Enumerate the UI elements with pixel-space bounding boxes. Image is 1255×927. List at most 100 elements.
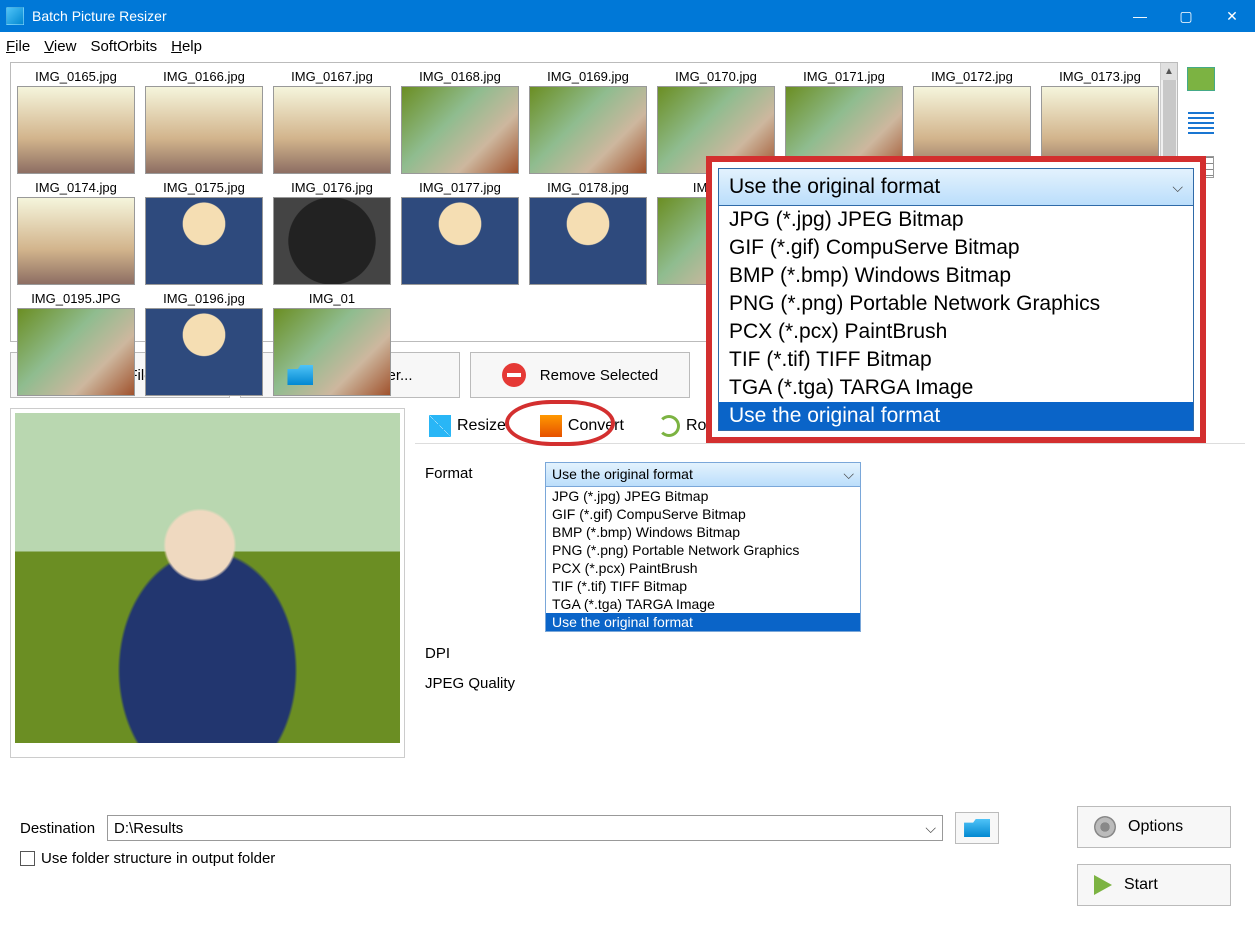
tab-convert[interactable]: Convert — [532, 411, 632, 441]
thumbnail-filename: IMG_0171.jpg — [803, 69, 885, 84]
resize-icon — [429, 415, 451, 437]
format-option[interactable]: TGA (*.tga) TARGA Image — [546, 595, 860, 613]
thumbnail-filename: IMG_0173.jpg — [1059, 69, 1141, 84]
format-option[interactable]: BMP (*.bmp) Windows Bitmap — [719, 262, 1193, 290]
thumbnail-image — [17, 86, 135, 174]
preview-image — [15, 413, 400, 743]
thumbnail-item[interactable]: IMG_0176.jpg — [273, 180, 391, 285]
scroll-up-icon[interactable]: ▲ — [1161, 63, 1177, 80]
view-thumbnails-icon[interactable] — [1188, 68, 1214, 90]
format-option[interactable]: Use the original format — [546, 613, 860, 631]
format-option[interactable]: PNG (*.png) Portable Network Graphics — [719, 290, 1193, 318]
destination-input[interactable]: D:\Results ⌵ — [107, 815, 943, 841]
gear-icon — [1094, 816, 1116, 838]
thumbnail-item[interactable]: IMG_0195.JPG — [17, 291, 135, 396]
thumbnail-filename: IMG_0195.JPG — [31, 291, 121, 306]
options-button[interactable]: Options — [1077, 806, 1231, 848]
format-option[interactable]: JPG (*.jpg) JPEG Bitmap — [719, 206, 1193, 234]
thumbnail-item[interactable]: IMG_0167.jpg — [273, 69, 391, 174]
format-option[interactable]: JPG (*.jpg) JPEG Bitmap — [546, 487, 860, 505]
thumbnail-filename: IMG_0167.jpg — [291, 69, 373, 84]
thumbnail-image — [145, 308, 263, 396]
format-option[interactable]: TIF (*.tif) TIFF Bitmap — [719, 346, 1193, 374]
start-label: Start — [1124, 876, 1158, 894]
convert-icon — [540, 415, 562, 437]
chevron-down-icon: ⌵ — [925, 820, 936, 837]
folder-structure-checkbox-row: Use folder structure in output folder — [20, 850, 275, 867]
format-option[interactable]: PNG (*.png) Portable Network Graphics — [546, 541, 860, 559]
menu-softorbits[interactable]: SoftOrbits — [90, 38, 157, 55]
thumbnail-image — [273, 86, 391, 174]
thumbnail-filename: IMG_0177.jpg — [419, 180, 501, 195]
menu-bar: File View SoftOrbits Help — [0, 32, 1255, 60]
thumbnail-image — [145, 197, 263, 285]
preview-pane — [10, 408, 405, 758]
thumbnail-item[interactable]: IMG_0165.jpg — [17, 69, 135, 174]
start-button[interactable]: Start — [1077, 864, 1231, 906]
format-option[interactable]: PCX (*.pcx) PaintBrush — [719, 318, 1193, 346]
maximize-button[interactable]: ▢ — [1163, 0, 1209, 32]
thumbnail-filename: IMG_0166.jpg — [163, 69, 245, 84]
thumbnail-item[interactable]: IMG_0178.jpg — [529, 180, 647, 285]
thumbnail-item[interactable]: IMG_0169.jpg — [529, 69, 647, 174]
remove-icon — [502, 363, 526, 387]
thumbnail-filename: IMG_0174.jpg — [35, 180, 117, 195]
chevron-down-icon: ⌵ — [1172, 179, 1183, 196]
thumbnail-item[interactable]: IMG_0177.jpg — [401, 180, 519, 285]
format-option[interactable]: BMP (*.bmp) Windows Bitmap — [546, 523, 860, 541]
thumbnail-item[interactable]: IMG_0174.jpg — [17, 180, 135, 285]
dpi-label: DPI — [425, 642, 545, 662]
minimize-button[interactable]: — — [1117, 0, 1163, 32]
thumbnail-item[interactable]: IMG_0166.jpg — [145, 69, 263, 174]
thumbnail-filename: IMG_01 — [309, 291, 355, 306]
thumbnail-filename: IMG_0175.jpg — [163, 180, 245, 195]
browse-folder-button[interactable] — [955, 812, 999, 844]
thumbnail-item[interactable]: IMG_0196.jpg — [145, 291, 263, 396]
thumbnail-image — [401, 86, 519, 174]
format-option[interactable]: GIF (*.gif) CompuServe Bitmap — [546, 505, 860, 523]
tab-convert-label: Convert — [568, 417, 624, 435]
rotate-icon — [658, 415, 680, 437]
format-option[interactable]: PCX (*.pcx) PaintBrush — [546, 559, 860, 577]
folder-structure-checkbox[interactable] — [20, 851, 35, 866]
menu-file[interactable]: File — [6, 38, 30, 55]
format-option[interactable]: GIF (*.gif) CompuServe Bitmap — [719, 234, 1193, 262]
thumbnail-filename: IMG_0165.jpg — [35, 69, 117, 84]
format-option[interactable]: TIF (*.tif) TIFF Bitmap — [546, 577, 860, 595]
thumbnail-image — [17, 197, 135, 285]
view-list-icon[interactable] — [1188, 112, 1214, 134]
close-button[interactable]: ✕ — [1209, 0, 1255, 32]
thumbnail-filename: IMG_0170.jpg — [675, 69, 757, 84]
app-title: Batch Picture Resizer — [32, 8, 1117, 24]
format-dropdown-overlay: Use the original format ⌵ JPG (*.jpg) JP… — [706, 156, 1206, 443]
format-label: Format — [425, 462, 545, 482]
format-dropdown[interactable]: Use the original format ⌵ JPG (*.jpg) JP… — [545, 462, 861, 632]
thumbnail-image — [273, 197, 391, 285]
tab-resize-label: Resize — [457, 417, 506, 435]
title-bar: Batch Picture Resizer — ▢ ✕ — [0, 0, 1255, 32]
app-icon — [6, 7, 24, 25]
jpeg-quality-label: JPEG Quality — [425, 672, 545, 692]
thumbnail-image — [529, 197, 647, 285]
settings-panel: Resize Convert Rotate Format Use the ori… — [415, 408, 1245, 758]
tab-resize[interactable]: Resize — [421, 411, 514, 441]
destination-label: Destination — [20, 820, 95, 837]
format-selected: Use the original format — [552, 466, 693, 483]
overlay-selected[interactable]: Use the original format ⌵ — [718, 168, 1194, 206]
thumbnail-item[interactable]: IMG_0175.jpg — [145, 180, 263, 285]
thumbnail-image — [529, 86, 647, 174]
thumbnail-filename: IMG_0178.jpg — [547, 180, 629, 195]
thumbnail-image — [401, 197, 519, 285]
chevron-down-icon: ⌵ — [843, 466, 854, 483]
format-option[interactable]: Use the original format — [719, 402, 1193, 430]
options-label: Options — [1128, 818, 1183, 836]
menu-view[interactable]: View — [44, 38, 76, 55]
format-option[interactable]: TGA (*.tga) TARGA Image — [719, 374, 1193, 402]
menu-help[interactable]: Help — [171, 38, 202, 55]
thumbnail-image — [17, 308, 135, 396]
play-icon — [1094, 875, 1112, 895]
folder-structure-label: Use folder structure in output folder — [41, 850, 275, 867]
destination-value: D:\Results — [114, 820, 183, 837]
thumbnail-item[interactable]: IMG_0168.jpg — [401, 69, 519, 174]
thumbnail-filename: IMG_0168.jpg — [419, 69, 501, 84]
